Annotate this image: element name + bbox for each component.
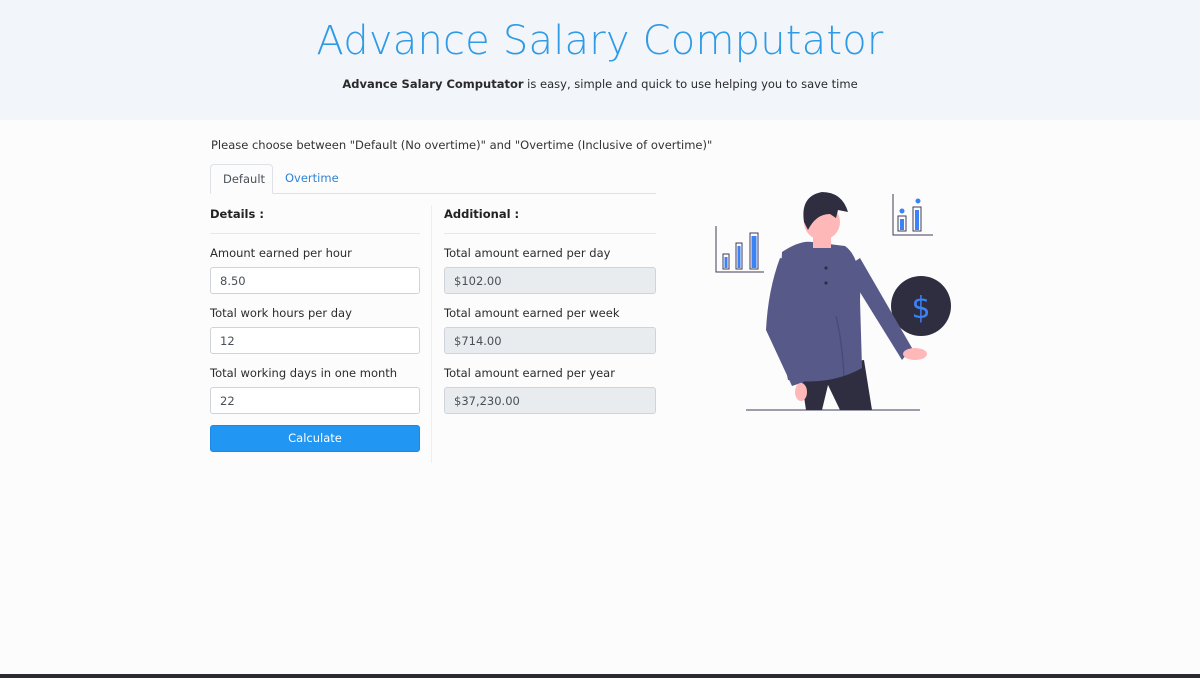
hourly-rate-label: Amount earned per hour	[210, 246, 352, 260]
mode-tabs: Default Overtime	[210, 164, 656, 194]
hero-banner: Advance Salary Computator Advance Salary…	[0, 0, 1200, 120]
hourly-rate-input[interactable]	[210, 267, 420, 294]
working-days-input[interactable]	[210, 387, 420, 414]
subtitle-app-name: Advance Salary Computator	[342, 77, 524, 91]
subtitle-description: is easy, simple and quick to use helping…	[523, 77, 858, 91]
mode-instructions: Please choose between "Default (No overt…	[211, 138, 713, 152]
earned-per-year-label: Total amount earned per year	[444, 366, 615, 380]
bar-chart-icon	[892, 194, 933, 236]
coin-symbol: $	[911, 291, 930, 326]
page-subtitle: Advance Salary Computator is easy, simpl…	[0, 77, 1200, 91]
hours-per-day-input[interactable]	[210, 327, 420, 354]
working-days-label: Total working days in one month	[210, 366, 398, 380]
dollar-coin-icon: $	[891, 276, 951, 336]
earned-per-year-output	[444, 387, 656, 414]
calculate-button[interactable]: Calculate	[210, 425, 420, 452]
tab-overtime[interactable]: Overtime	[273, 164, 351, 194]
earned-per-day-label: Total amount earned per day	[444, 246, 611, 260]
earned-per-week-label: Total amount earned per week	[444, 306, 620, 320]
details-divider	[210, 233, 420, 234]
column-separator	[431, 205, 432, 463]
earned-per-day-output	[444, 267, 656, 294]
details-heading: Details :	[210, 207, 264, 221]
tab-default[interactable]: Default	[210, 164, 273, 194]
additional-divider	[444, 233, 656, 234]
salary-illustration: $	[715, 192, 951, 411]
bottom-border	[0, 674, 1200, 678]
hours-per-day-label: Total work hours per day	[210, 306, 352, 320]
page-title: Advance Salary Computator	[316, 18, 884, 64]
additional-heading: Additional :	[444, 207, 520, 221]
bar-chart-icon	[715, 226, 764, 273]
earned-per-week-output	[444, 327, 656, 354]
